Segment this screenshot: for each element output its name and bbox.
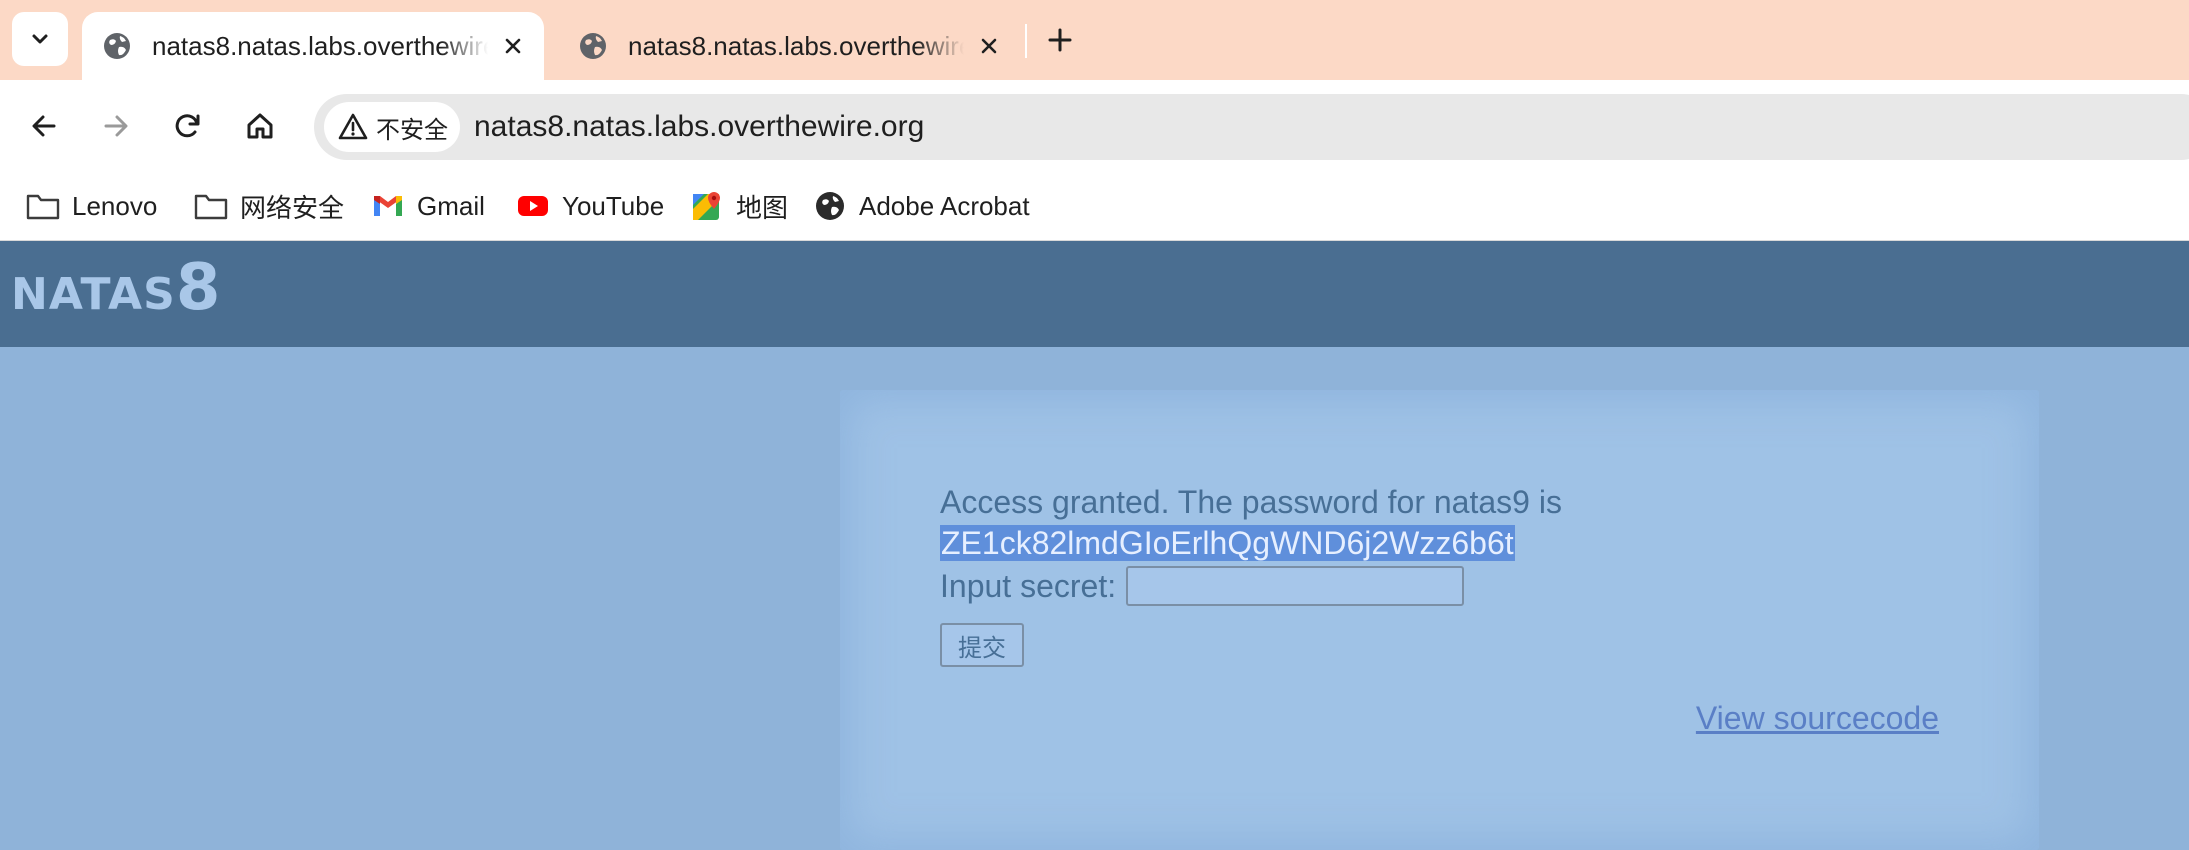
tab-strip: natas8.natas.labs.overthewire.org natas8… xyxy=(0,0,2189,80)
view-sourcecode-link[interactable]: View sourcecode xyxy=(1696,700,1939,737)
maps-icon xyxy=(690,189,724,223)
home-button[interactable] xyxy=(238,104,282,148)
secret-row: Input secret: xyxy=(940,566,1465,606)
access-message: Access granted. The password for natas9 … xyxy=(940,484,1562,520)
bookmark-network-security[interactable]: 网络安全 xyxy=(194,184,344,228)
tab-search-button[interactable] xyxy=(12,12,68,66)
natas-logo: NATAS8 xyxy=(11,251,220,325)
gmail-icon xyxy=(371,189,405,223)
arrow-right-icon xyxy=(104,115,128,137)
new-tab-button[interactable] xyxy=(1040,20,1080,60)
plus-icon xyxy=(1048,28,1072,52)
folder-icon xyxy=(194,189,228,223)
bookmark-label: Lenovo xyxy=(72,190,158,221)
tab-active[interactable]: natas8.natas.labs.overthewire.org xyxy=(82,12,544,80)
input-secret-label: Input secret: xyxy=(940,567,1117,604)
close-icon xyxy=(981,38,997,54)
page-header: NATAS8 xyxy=(0,241,2189,347)
bookmarks-bar: Lenovo 网络安全 Gmail YouTube 地图 Adobe Acrob… xyxy=(0,172,2189,241)
security-label: 不安全 xyxy=(376,116,448,144)
reload-icon xyxy=(175,114,200,138)
web-page: NATAS8 Access granted. The password for … xyxy=(0,241,2189,850)
bookmark-label: 网络安全 xyxy=(240,192,345,223)
browser-toolbar: 不安全 natas8.natas.labs.overthewire.org xyxy=(0,80,2189,172)
address-bar[interactable]: 不安全 natas8.natas.labs.overthewire.org xyxy=(314,94,2189,160)
forward-button[interactable] xyxy=(94,104,138,148)
password-line: ZE1ck82lmdGIoErlhQgWND6j2Wzz6b6t xyxy=(940,525,1515,562)
chevron-down-icon xyxy=(32,34,48,44)
folder-icon xyxy=(26,189,60,223)
bookmark-youtube[interactable]: YouTube xyxy=(516,184,664,228)
bookmark-maps[interactable]: 地图 xyxy=(690,184,788,228)
tab-close-button[interactable] xyxy=(498,31,528,61)
url-text[interactable]: natas8.natas.labs.overthewire.org xyxy=(474,94,924,160)
password-text[interactable]: ZE1ck82lmdGIoErlhQgWND6j2Wzz6b6t xyxy=(940,525,1515,561)
globe-icon xyxy=(580,33,606,59)
home-icon xyxy=(247,113,273,139)
bookmark-label: 地图 xyxy=(736,192,789,223)
bookmark-label: Gmail xyxy=(417,190,485,221)
globe-icon xyxy=(104,33,130,59)
reload-button[interactable] xyxy=(166,104,210,148)
submit-button[interactable]: 提交 xyxy=(940,623,1024,667)
tab-title: natas8.natas.labs.overthewire.org xyxy=(152,30,488,61)
tab-close-button[interactable] xyxy=(974,31,1004,61)
security-chip[interactable]: 不安全 xyxy=(324,102,460,152)
tab-inactive[interactable]: natas8.natas.labs.overthewire.org xyxy=(558,12,1020,80)
bookmark-label: Adobe Acrobat xyxy=(859,190,1030,221)
bookmark-lenovo[interactable]: Lenovo xyxy=(26,184,157,228)
youtube-icon xyxy=(516,189,550,223)
content-box: Access granted. The password for natas9 … xyxy=(840,390,2039,850)
globe-icon xyxy=(813,189,847,223)
arrow-left-icon xyxy=(32,115,56,137)
back-button[interactable] xyxy=(22,104,66,148)
logo-prefix: NATAS xyxy=(11,269,176,320)
tab-title: natas8.natas.labs.overthewire.org xyxy=(628,30,964,61)
warning-icon xyxy=(338,113,368,140)
tab-divider xyxy=(1025,24,1027,58)
close-icon xyxy=(505,38,521,54)
secret-input[interactable] xyxy=(1126,566,1465,606)
bookmark-gmail[interactable]: Gmail xyxy=(371,184,485,228)
bookmark-label: YouTube xyxy=(562,190,665,221)
bookmark-adobe-acrobat[interactable]: Adobe Acrobat xyxy=(813,184,1030,228)
logo-number: 8 xyxy=(175,251,221,325)
